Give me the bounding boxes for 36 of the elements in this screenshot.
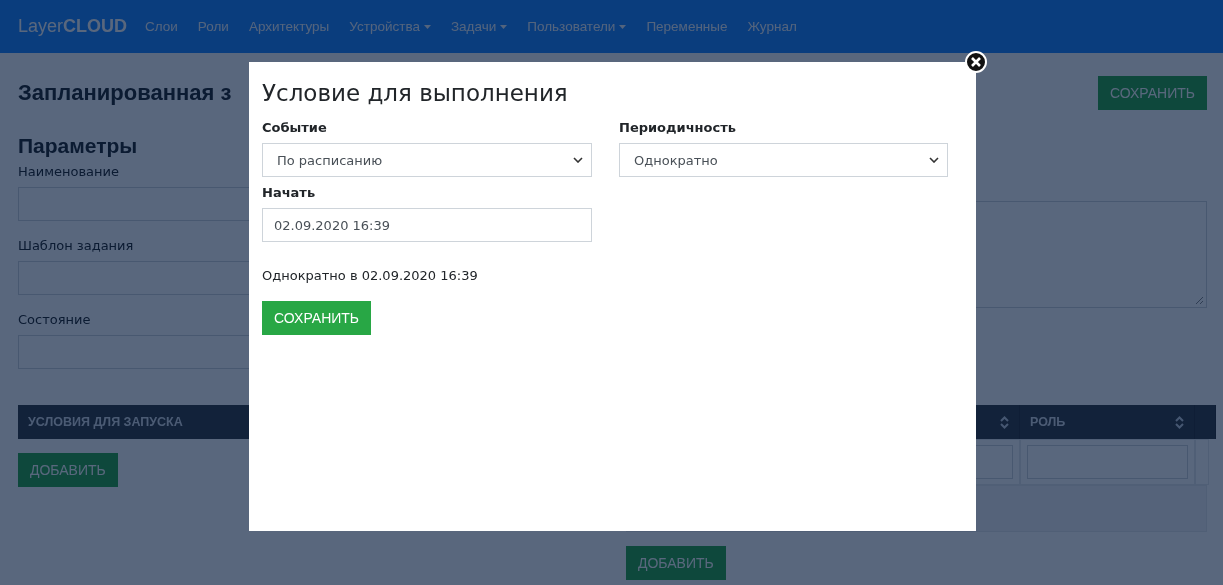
brand-logo[interactable]: LayerCLOUD	[18, 16, 128, 37]
field-label: Наименование	[18, 164, 120, 179]
date-input-field[interactable]: 02.09.2020 16:39	[262, 208, 592, 242]
nav-link[interactable]: Пользователи	[517, 19, 637, 34]
caret-icon[interactable]	[500, 24, 508, 29]
modal-title: Условие для выполнения	[262, 80, 569, 106]
add-button[interactable]: ДОБАВИТЬ	[18, 453, 118, 487]
field-label: Событие	[262, 120, 328, 135]
page-title: Запланированная з	[18, 80, 232, 106]
dropdown-select[interactable]: По расписанию	[262, 143, 592, 177]
nav-link[interactable]: Журнал	[737, 19, 807, 34]
save-button[interactable]: СОХРАНИТЬ	[262, 301, 372, 335]
close-icon[interactable]	[965, 51, 987, 73]
sort-icon[interactable]	[1175, 415, 1184, 429]
add-button[interactable]: ДОБАВИТЬ	[626, 546, 726, 580]
caret-icon[interactable]	[619, 24, 627, 29]
nav-link[interactable]: Устройства	[339, 19, 441, 34]
nav-link[interactable]: Переменные	[636, 19, 738, 34]
sort-icon[interactable]	[1000, 415, 1009, 429]
nav-link[interactable]: Слои	[135, 19, 188, 34]
chevron-down-icon[interactable]	[573, 157, 583, 163]
field-label: Начать	[262, 185, 317, 200]
schedule-summary: Однократно в 02.09.2020 16:39	[262, 268, 479, 283]
nav-link[interactable]: Задачи	[440, 19, 518, 34]
nav-link[interactable]: Архитектуры	[238, 19, 340, 34]
field-label: Состояние	[18, 312, 91, 327]
chevron-down-icon[interactable]	[929, 157, 939, 163]
dropdown-select[interactable]: Однократно	[619, 143, 948, 177]
resize-grip-icon[interactable]	[1195, 296, 1204, 305]
column-header	[1195, 405, 1216, 439]
section-title: Параметры	[18, 134, 139, 158]
field-label: Периодичность	[619, 120, 737, 135]
save-button[interactable]: СОХРАНИТЬ	[1097, 76, 1207, 110]
nav-link[interactable]: Роли	[187, 19, 239, 34]
field-label: Шаблон задания	[18, 238, 134, 253]
caret-icon[interactable]	[423, 24, 431, 29]
